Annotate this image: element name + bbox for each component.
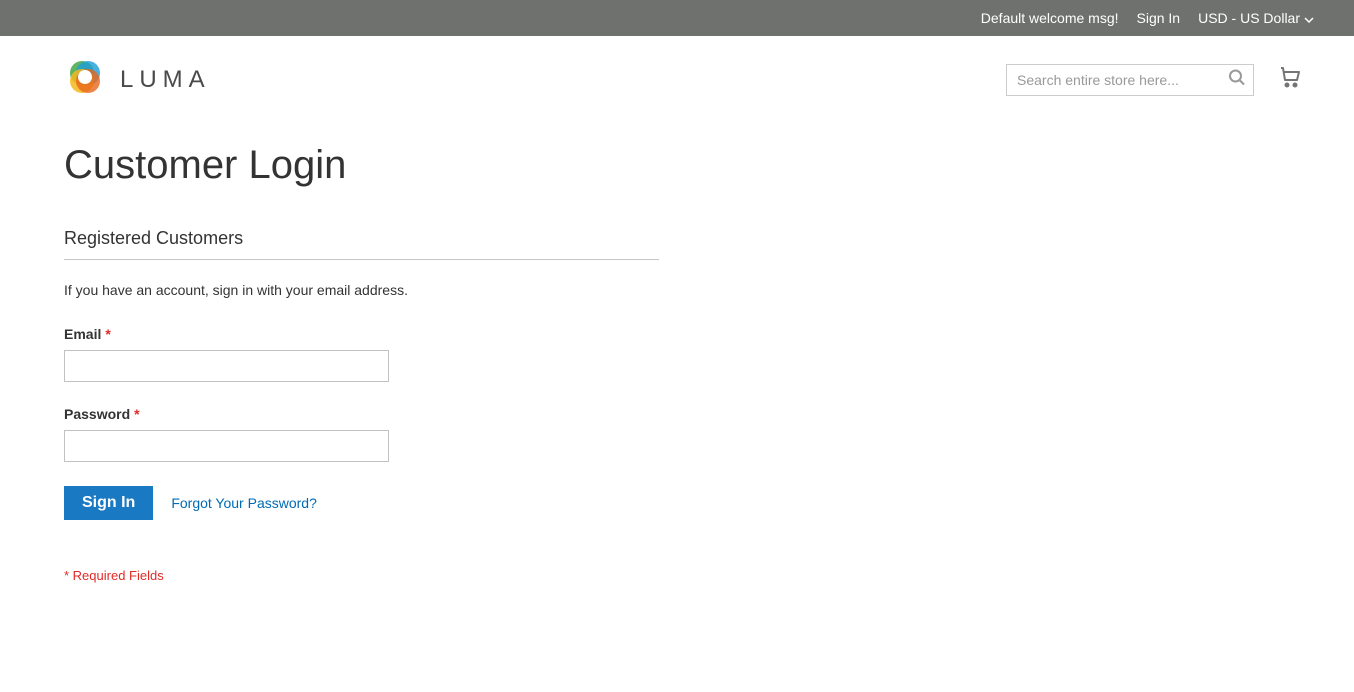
password-label-text: Password <box>64 406 130 422</box>
block-note: If you have an account, sign in with you… <box>64 282 659 298</box>
chevron-down-icon <box>1304 10 1314 26</box>
forgot-password-link[interactable]: Forgot Your Password? <box>171 495 317 511</box>
login-block: Registered Customers If you have an acco… <box>64 228 659 583</box>
password-field-wrap: Password* <box>64 406 659 462</box>
email-field[interactable] <box>64 350 389 382</box>
currency-switcher[interactable]: USD - US Dollar <box>1198 10 1314 26</box>
logo[interactable]: LUMA <box>64 56 211 103</box>
main-content: Customer Login Registered Customers If y… <box>0 123 1354 603</box>
header-right <box>1006 64 1302 96</box>
search-icon[interactable] <box>1228 68 1246 91</box>
block-title: Registered Customers <box>64 228 659 260</box>
currency-label: USD - US Dollar <box>1198 10 1300 26</box>
sign-in-button[interactable]: Sign In <box>64 486 153 520</box>
required-asterisk: * <box>134 406 139 422</box>
header: LUMA <box>0 36 1354 123</box>
search-input[interactable] <box>1006 64 1254 96</box>
password-label: Password* <box>64 406 659 422</box>
top-bar: Default welcome msg! Sign In USD - US Do… <box>0 0 1354 36</box>
search-box <box>1006 64 1254 96</box>
logo-text: LUMA <box>120 66 211 94</box>
page-title: Customer Login <box>64 143 1290 188</box>
email-label-text: Email <box>64 326 101 342</box>
email-label: Email* <box>64 326 659 342</box>
password-field[interactable] <box>64 430 389 462</box>
email-field-wrap: Email* <box>64 326 659 382</box>
sign-in-link[interactable]: Sign In <box>1137 10 1181 26</box>
required-fields-note: * Required Fields <box>64 568 659 583</box>
logo-icon <box>64 56 106 103</box>
cart-icon[interactable] <box>1278 65 1302 94</box>
welcome-message: Default welcome msg! <box>981 10 1119 26</box>
required-asterisk: * <box>105 326 110 342</box>
form-actions: Sign In Forgot Your Password? <box>64 486 659 520</box>
